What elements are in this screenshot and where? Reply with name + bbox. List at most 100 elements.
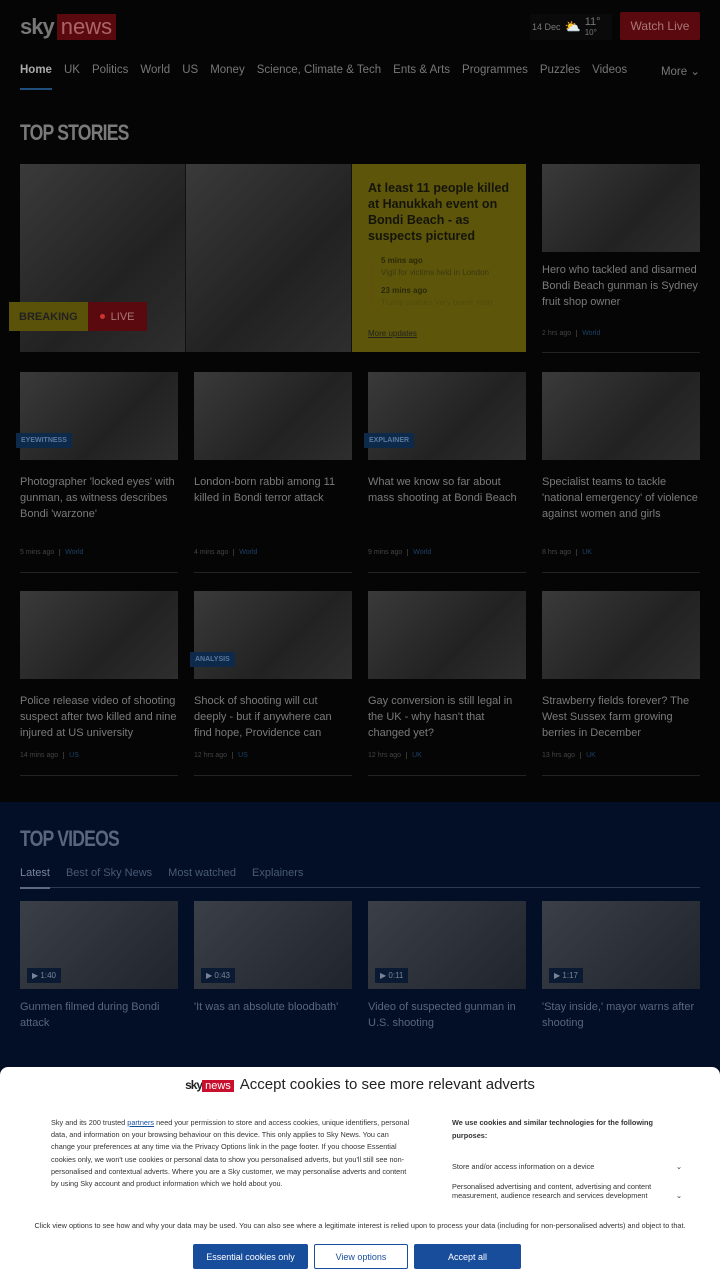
story-title[interactable]: Photographer 'locked eyes' with gunman, …: [20, 474, 178, 522]
live-updates: 5 mins ago Vigil for victims held in Lon…: [368, 256, 510, 307]
view-options-button[interactable]: View options: [314, 1244, 408, 1269]
sky-news-logo: sky news: [185, 1076, 234, 1093]
breaking-live-badge: BREAKING LIVE: [9, 302, 147, 331]
story-title[interactable]: What we know so far about mass shooting …: [368, 474, 526, 506]
nav-videos[interactable]: Videos: [592, 64, 627, 78]
story-time: 4 mins ago: [194, 549, 229, 556]
category-link[interactable]: World: [576, 330, 601, 337]
story-title[interactable]: Strawberry fields forever? The West Suss…: [542, 693, 700, 741]
nav-puzzles[interactable]: Puzzles: [540, 64, 580, 78]
weather-widget[interactable]: 14 Dec ⛅ 11° 10°: [530, 14, 612, 40]
partners-link[interactable]: partners: [127, 1118, 154, 1127]
purpose-item[interactable]: Store and/or access information on a dev…: [452, 1162, 682, 1172]
nav-more-label: More: [660, 66, 688, 78]
video-title[interactable]: 'It was an absolute bloodbath': [194, 999, 352, 1015]
watch-live-button[interactable]: Watch Live: [620, 12, 700, 40]
video-thumbnail: ▶ 1:40: [20, 901, 178, 989]
hero-story[interactable]: At least 11 people killed at Hanukkah ev…: [352, 164, 526, 352]
hero-headline[interactable]: At least 11 people killed at Hanukkah ev…: [368, 180, 510, 244]
story-card[interactable]: EXPLAINER What we know so far about mass …: [364, 372, 526, 506]
more-updates-link[interactable]: More updates: [368, 329, 417, 338]
video-title[interactable]: Video of suspected gunman in U.S. shooti…: [368, 999, 526, 1031]
story-title[interactable]: London-born rabbi among 11 killed in Bon…: [194, 474, 352, 506]
category-link[interactable]: World: [59, 549, 84, 556]
category-link[interactable]: UK: [576, 549, 592, 556]
video-card[interactable]: ▶ 1:17 'Stay inside,' mayor warns after s…: [542, 901, 700, 1031]
story-card[interactable]: EYEWITNESS Photographer 'locked eyes' wit…: [16, 372, 178, 522]
partly-cloudy-icon: ⛅: [564, 19, 581, 34]
update-text[interactable]: Trump praises 'very brave' man: [381, 298, 510, 307]
video-thumbnail: ▶ 0:43: [194, 901, 352, 989]
top-stories-heading: TOP STORIES: [20, 120, 129, 145]
story-title[interactable]: Shock of shooting will cut deeply - but …: [194, 693, 352, 741]
tab-latest[interactable]: Latest: [20, 867, 50, 889]
story-time: 9 mins ago: [368, 549, 403, 556]
video-duration: ▶ 1:40: [27, 968, 61, 983]
story-meta: 12 hrs ago UK: [368, 752, 422, 759]
story-title[interactable]: Gay conversion is still legal in the UK …: [368, 693, 526, 741]
story-badge: EXPLAINER: [364, 433, 415, 448]
video-card[interactable]: ▶ 1:40 Gunmen filmed during Bondi attack: [20, 901, 178, 1031]
video-title[interactable]: 'Stay inside,' mayor warns after shootin…: [542, 999, 700, 1031]
category-link[interactable]: UK: [580, 752, 596, 759]
story-card[interactable]: Specialist teams to tackle 'national eme…: [542, 372, 700, 522]
tab-most-watched[interactable]: Most watched: [168, 867, 236, 879]
story-card[interactable]: Gay conversion is still legal in the UK …: [368, 591, 526, 741]
live-label: LIVE: [110, 310, 135, 323]
story-title[interactable]: Specialist teams to tackle 'national eme…: [542, 474, 700, 522]
video-title[interactable]: Gunmen filmed during Bondi attack: [20, 999, 178, 1031]
category-link[interactable]: US: [63, 752, 79, 759]
category-link[interactable]: US: [232, 752, 248, 759]
purpose-item[interactable]: Personalised advertising and content, ad…: [452, 1182, 682, 1201]
divider: [542, 775, 700, 776]
nav-science[interactable]: Science, Climate & Tech: [257, 64, 381, 78]
story-card[interactable]: London-born rabbi among 11 killed in Bon…: [194, 372, 352, 506]
tab-best-of[interactable]: Best of Sky News: [66, 867, 152, 879]
date: 14 Dec: [532, 22, 561, 32]
video-duration: ▶ 1:17: [549, 968, 583, 983]
divider: [194, 572, 352, 573]
video-thumbnail: ▶ 1:17: [542, 901, 700, 989]
tab-explainers[interactable]: Explainers: [252, 867, 303, 879]
top-videos-heading: TOP VIDEOS: [20, 826, 120, 851]
story-card[interactable]: ANALYSIS Shock of shooting will cut deepl…: [190, 591, 352, 741]
story-time: 14 mins ago: [20, 752, 59, 759]
video-card[interactable]: ▶ 0:43 'It was an absolute bloodbath': [194, 901, 352, 1015]
temp-low: 10°: [584, 27, 597, 37]
category-link[interactable]: World: [233, 549, 258, 556]
story-card[interactable]: Hero who tackled and disarmed Bondi Beac…: [542, 164, 700, 310]
story-time: 12 hrs ago: [194, 752, 228, 759]
category-link[interactable]: UK: [406, 752, 422, 759]
story-time: 5 mins ago: [20, 549, 55, 556]
nav-money[interactable]: Money: [210, 64, 245, 78]
chevron-down-icon: ⌄: [675, 1162, 682, 1171]
category-link[interactable]: World: [407, 549, 432, 556]
accept-all-button[interactable]: Accept all: [414, 1244, 521, 1269]
sky-news-logo[interactable]: sky news: [20, 14, 117, 40]
story-image: [542, 164, 700, 252]
nav-world[interactable]: World: [140, 64, 170, 78]
nav-ents-arts[interactable]: Ents & Arts: [393, 64, 450, 78]
nav-more[interactable]: More ⌄: [661, 64, 700, 78]
breaking-label: BREAKING: [9, 302, 88, 331]
nav-politics[interactable]: Politics: [92, 64, 128, 78]
video-tabs: Latest Best of Sky News Most watched Exp…: [20, 867, 700, 889]
chevron-down-icon: ⌄: [690, 66, 700, 78]
story-title[interactable]: Police release video of shooting suspect…: [20, 693, 178, 741]
story-card[interactable]: Strawberry fields forever? The West Suss…: [542, 591, 700, 741]
update-text[interactable]: Vigil for victims held in London: [381, 268, 510, 277]
story-title[interactable]: Hero who tackled and disarmed Bondi Beac…: [542, 262, 700, 310]
story-meta: 5 mins ago World: [20, 549, 84, 556]
essential-cookies-button[interactable]: Essential cookies only: [193, 1244, 308, 1269]
update-time: 23 mins ago: [381, 286, 428, 295]
nav-uk[interactable]: UK: [64, 64, 80, 78]
story-time: 13 hrs ago: [542, 752, 576, 759]
play-icon: ▶: [554, 971, 561, 980]
story-card[interactable]: Police release video of shooting suspect…: [20, 591, 178, 741]
nav-home[interactable]: Home: [20, 64, 52, 90]
video-card[interactable]: ▶ 0:11 Video of suspected gunman in U.S. …: [368, 901, 526, 1031]
nav-us[interactable]: US: [182, 64, 198, 78]
story-image: [368, 591, 526, 679]
story-image: [542, 372, 700, 460]
nav-programmes[interactable]: Programmes: [462, 64, 528, 78]
